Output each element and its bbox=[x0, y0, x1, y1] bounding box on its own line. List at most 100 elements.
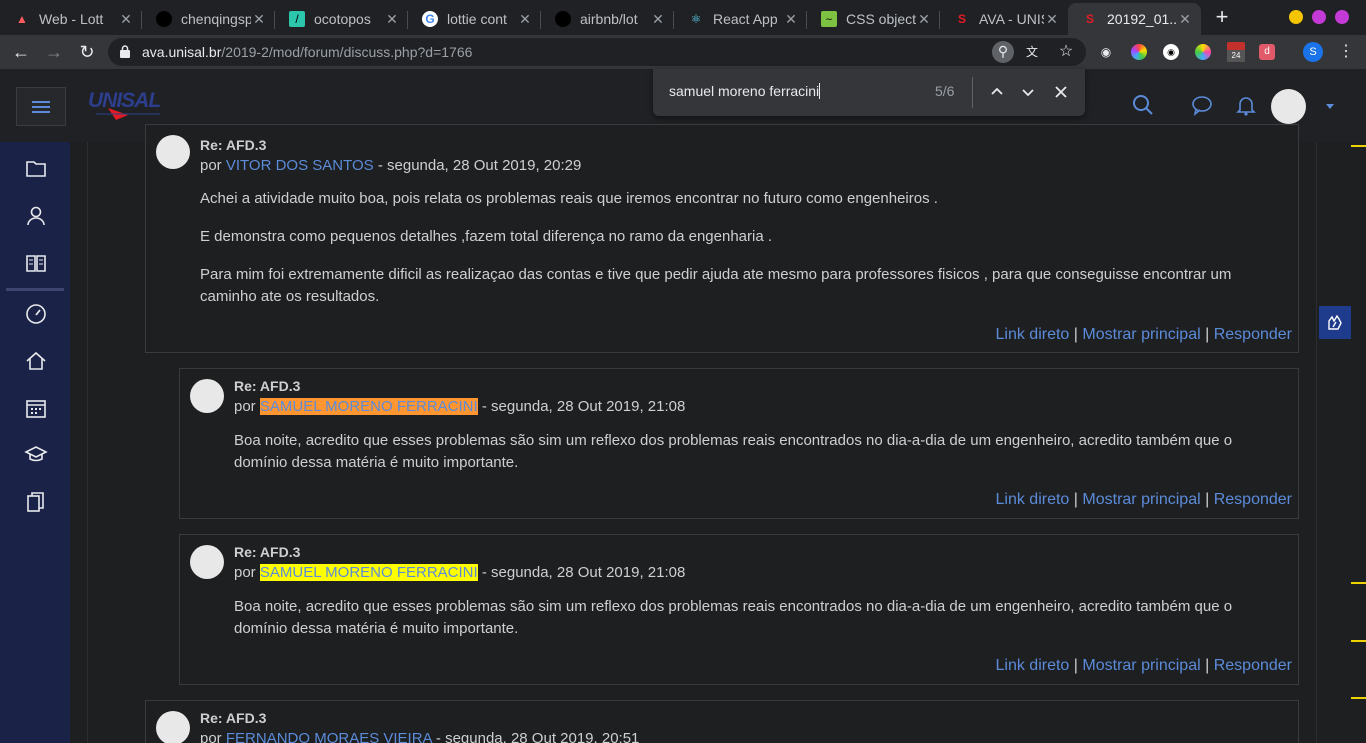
extension-badge-count: 24 bbox=[1227, 50, 1245, 62]
close-tab-icon[interactable]: ✕ bbox=[517, 11, 533, 28]
responder-link[interactable]: Responder bbox=[1214, 491, 1292, 508]
calendar-icon[interactable] bbox=[24, 396, 48, 420]
user-avatar[interactable] bbox=[1271, 89, 1306, 124]
command-separator: | bbox=[1205, 657, 1210, 674]
close-tab-icon[interactable]: ✕ bbox=[916, 11, 932, 28]
url-text: ava.unisal.br/2019-2/mod/forum/discuss.p… bbox=[142, 44, 472, 60]
home-icon[interactable] bbox=[24, 349, 48, 373]
extension-badge-icon[interactable]: 24 bbox=[1227, 42, 1245, 62]
author-avatar[interactable] bbox=[156, 135, 190, 169]
tab-chenqingspo[interactable]: chenqingspo ✕ bbox=[142, 3, 275, 35]
back-button[interactable]: ← bbox=[9, 40, 33, 64]
by-prefix: por bbox=[234, 398, 256, 415]
chevron-up-icon[interactable] bbox=[986, 81, 1008, 103]
post-subject: Re: AFD.3 bbox=[234, 378, 301, 394]
user-menu-caret-icon[interactable] bbox=[1326, 104, 1334, 109]
link-direto-link[interactable]: Link direto bbox=[996, 657, 1070, 674]
courses-icon[interactable] bbox=[24, 490, 48, 514]
sign-language-hands-icon bbox=[1328, 314, 1342, 330]
tab-title: React App bbox=[713, 11, 778, 27]
close-tab-icon[interactable]: ✕ bbox=[1044, 11, 1060, 28]
post-subject: Re: AFD.3 bbox=[234, 544, 301, 560]
tab-ocotopos[interactable]: / ocotopos ✕ bbox=[275, 3, 408, 35]
close-window-button[interactable] bbox=[1335, 10, 1349, 24]
mostrar-principal-link[interactable]: Mostrar principal bbox=[1082, 326, 1200, 343]
notifications-bell-icon[interactable] bbox=[1235, 94, 1257, 116]
close-tab-icon[interactable]: ✕ bbox=[783, 11, 799, 28]
maximize-button[interactable] bbox=[1312, 10, 1326, 24]
close-tab-icon[interactable]: ✕ bbox=[650, 11, 666, 28]
post-paragraph: Boa noite, acredito que esses problemas … bbox=[234, 432, 1233, 471]
author-link[interactable]: FERNANDO MORAES VIEIRA bbox=[226, 730, 432, 743]
mostrar-principal-link[interactable]: Mostrar principal bbox=[1082, 657, 1200, 674]
post-commands: Link direto | Mostrar principal | Respon… bbox=[996, 491, 1293, 509]
tab-ava-unisal[interactable]: S AVA - UNIS ✕ bbox=[940, 3, 1068, 35]
profile-avatar-icon[interactable]: S bbox=[1303, 42, 1323, 62]
responder-link[interactable]: Responder bbox=[1214, 326, 1292, 343]
extension-white-icon[interactable]: ◉ bbox=[1163, 44, 1179, 60]
new-tab-button[interactable]: + bbox=[1210, 6, 1234, 30]
link-direto-link[interactable]: Link direto bbox=[996, 491, 1070, 508]
graduation-cap-icon[interactable] bbox=[24, 443, 48, 467]
find-match-marker bbox=[1351, 640, 1366, 642]
bookmark-star-icon[interactable]: ☆ bbox=[1056, 42, 1076, 62]
vlibras-accessibility-button[interactable] bbox=[1319, 306, 1351, 339]
close-tab-icon[interactable]: ✕ bbox=[1177, 11, 1193, 28]
responder-link[interactable]: Responder bbox=[1214, 657, 1292, 674]
mostrar-principal-link[interactable]: Mostrar principal bbox=[1082, 491, 1200, 508]
address-bar[interactable]: ava.unisal.br/2019-2/mod/forum/discuss.p… bbox=[108, 38, 1086, 66]
tab-web-lottie[interactable]: ▲ Web - Lott ✕ bbox=[0, 3, 142, 35]
find-in-page-icon[interactable]: ⚲ bbox=[992, 41, 1014, 63]
tab-title: AVA - UNIS bbox=[979, 11, 1044, 27]
site-logo[interactable]: UNISAL bbox=[88, 89, 161, 120]
tab-react-app[interactable]: ⚛ React App ✕ bbox=[674, 3, 807, 35]
tab-airbnb-lottie[interactable]: airbnb/lot ✕ bbox=[541, 3, 674, 35]
forward-button[interactable]: → bbox=[42, 40, 66, 64]
author-avatar[interactable] bbox=[190, 545, 224, 579]
translate-icon[interactable]: 文 bbox=[1022, 42, 1042, 62]
browser-toolbar: ← → ↻ ava.unisal.br/2019-2/mod/forum/dis… bbox=[0, 35, 1366, 69]
extension-glasses-icon[interactable]: ◉ bbox=[1098, 44, 1114, 60]
author-avatar[interactable] bbox=[156, 711, 190, 743]
close-tab-icon[interactable]: ✕ bbox=[384, 11, 400, 28]
extension-d-icon[interactable]: d bbox=[1259, 44, 1275, 60]
airbnb-icon: ▲ bbox=[16, 12, 28, 26]
post-date: - segunda, 28 Out 2019, 20:51 bbox=[435, 730, 640, 743]
css-icon: ∼ bbox=[821, 11, 837, 27]
page-scrollbar[interactable] bbox=[1350, 142, 1366, 743]
search-icon[interactable] bbox=[1132, 94, 1154, 116]
messages-icon[interactable] bbox=[1191, 94, 1213, 116]
gradebook-icon[interactable] bbox=[24, 251, 48, 275]
by-prefix: por bbox=[200, 157, 222, 174]
close-tab-icon[interactable]: ✕ bbox=[251, 11, 267, 28]
tab-title: lottie cont bbox=[447, 11, 507, 27]
close-tab-icon[interactable]: ✕ bbox=[118, 11, 134, 28]
menu-toggle-button[interactable] bbox=[16, 87, 66, 126]
post-byline: por SAMUEL MORENO FERRACINI - segunda, 2… bbox=[234, 398, 685, 415]
author-link-match[interactable]: SAMUEL MORENO FERRACINI bbox=[259, 564, 478, 581]
minimize-button[interactable] bbox=[1289, 10, 1303, 24]
google-icon: G bbox=[422, 11, 438, 27]
dashboard-gauge-icon[interactable] bbox=[24, 302, 48, 326]
close-icon[interactable] bbox=[1050, 81, 1072, 103]
participants-icon[interactable] bbox=[24, 204, 48, 228]
folder-icon[interactable] bbox=[24, 157, 48, 181]
url-path: /2019-2/mod/forum/discuss.php?d=1766 bbox=[221, 44, 473, 60]
extension-colorpicker-icon[interactable] bbox=[1131, 44, 1147, 60]
forum-discussion: Re: AFD.3 por VITOR DOS SANTOS - segunda… bbox=[87, 124, 1317, 743]
author-link[interactable]: VITOR DOS SANTOS bbox=[226, 157, 374, 174]
author-link-current-match[interactable]: SAMUEL MORENO FERRACINI bbox=[259, 398, 478, 415]
link-direto-link[interactable]: Link direto bbox=[996, 326, 1070, 343]
browser-menu-icon[interactable]: ⋮ bbox=[1334, 40, 1358, 64]
tab-css-object[interactable]: ∼ CSS object ✕ bbox=[807, 3, 940, 35]
tab-forum-active[interactable]: S 20192_01.. ✕ bbox=[1068, 3, 1201, 35]
extension-circle-icon[interactable] bbox=[1195, 44, 1211, 60]
author-avatar[interactable] bbox=[190, 379, 224, 413]
tab-title: airbnb/lot bbox=[580, 11, 638, 27]
tab-lottie-google[interactable]: G lottie cont ✕ bbox=[408, 3, 541, 35]
chevron-down-icon[interactable] bbox=[1017, 81, 1039, 103]
reload-button[interactable]: ↻ bbox=[75, 40, 99, 64]
find-in-page-bar: samuel moreno ferracini 5/6 bbox=[653, 69, 1085, 116]
find-input[interactable]: samuel moreno ferracini bbox=[669, 83, 821, 99]
forum-post: Re: AFD.3 por FERNANDO MORAES VIEIRA - s… bbox=[145, 700, 1299, 743]
